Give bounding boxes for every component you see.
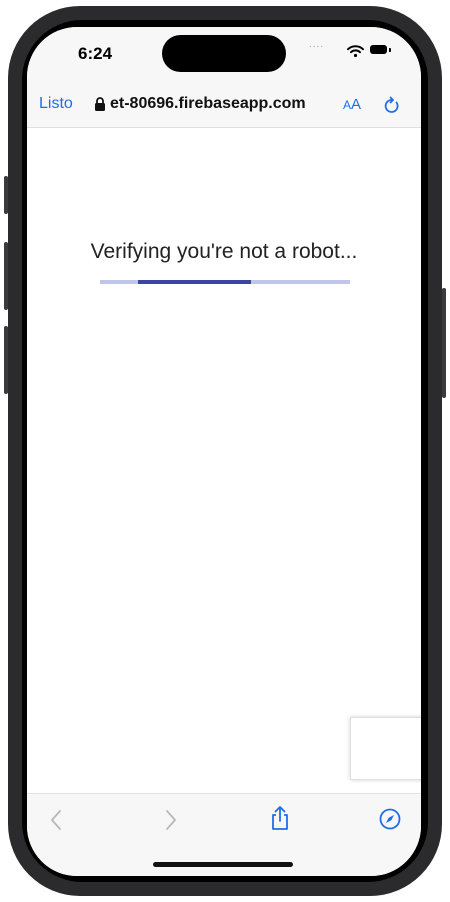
volume-up-button — [4, 242, 8, 310]
status-time: 6:24 — [78, 44, 113, 63]
compass-icon[interactable] — [379, 808, 401, 835]
progress-fill — [138, 280, 251, 284]
action-button — [4, 176, 8, 214]
signal-dots: .... — [309, 39, 325, 50]
text-size-large: A — [351, 96, 362, 113]
recaptcha-badge[interactable] — [350, 717, 421, 780]
web-content: Verifying you're not a robot... — [27, 128, 421, 793]
battery-icon — [370, 45, 387, 54]
text-size-small: A — [343, 98, 352, 112]
browser-address-bar: Listo et-80696.firebaseapp.com AA — [27, 85, 421, 128]
wifi-icon — [347, 44, 364, 62]
url-field[interactable]: et-80696.firebaseapp.com — [110, 95, 360, 113]
text-size-button[interactable]: AA — [343, 96, 361, 113]
verification-progress-bar — [100, 280, 350, 284]
side-button — [442, 288, 446, 398]
browser-toolbar — [27, 793, 421, 876]
status-bar: 6:24 .... — [27, 27, 421, 85]
back-icon[interactable] — [49, 808, 63, 837]
battery-tip — [389, 48, 391, 52]
volume-down-button — [4, 326, 8, 394]
verification-heading: Verifying you're not a robot... — [90, 240, 358, 263]
reload-icon[interactable] — [383, 95, 401, 120]
done-button[interactable]: Listo — [39, 95, 73, 113]
share-icon[interactable] — [270, 805, 290, 836]
dynamic-island — [162, 35, 286, 72]
forward-icon[interactable] — [164, 808, 178, 837]
screen: 6:24 .... Listo et-80696.firebaseapp.com… — [27, 27, 421, 876]
home-indicator — [153, 862, 293, 867]
lock-icon — [94, 97, 106, 117]
